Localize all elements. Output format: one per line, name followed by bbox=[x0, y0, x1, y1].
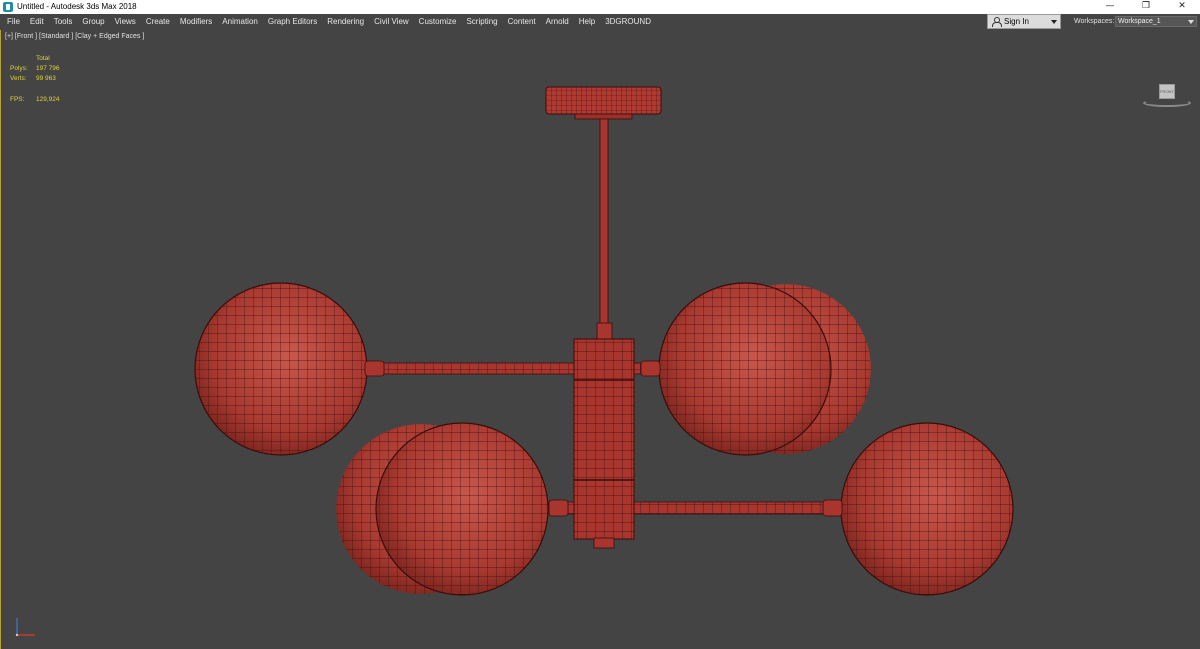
stats-total-label: Total bbox=[36, 55, 50, 62]
menu-item-edit[interactable]: Edit bbox=[25, 14, 49, 30]
verts-label: Verts: bbox=[10, 75, 27, 82]
menu-item-arnold[interactable]: Arnold bbox=[541, 14, 574, 30]
polys-label: Polys: bbox=[10, 65, 28, 72]
menu-item-rendering[interactable]: Rendering bbox=[322, 14, 369, 30]
menu-item-civil-view[interactable]: Civil View bbox=[369, 14, 414, 30]
model-render bbox=[194, 86, 1014, 596]
glass-shade bbox=[841, 423, 1013, 595]
minimize-button[interactable]: — bbox=[1092, 0, 1128, 14]
viewport-statistics: Total Polys: 197 796 Verts: 99 963 FPS: … bbox=[10, 54, 60, 105]
app-icon bbox=[3, 2, 13, 12]
sign-in-label: Sign In bbox=[1004, 17, 1029, 26]
menu-item-help[interactable]: Help bbox=[574, 14, 600, 30]
close-button[interactable]: ✕ bbox=[1164, 0, 1200, 14]
workspaces-label: Workspaces: bbox=[1074, 18, 1115, 25]
window-controls: — ❐ ✕ bbox=[1092, 0, 1200, 14]
polys-value: 197 796 bbox=[36, 65, 60, 72]
menu-item-tools[interactable]: Tools bbox=[49, 14, 78, 30]
title-bar: Untitled - Autodesk 3ds Max 2018 — ❐ ✕ bbox=[0, 0, 1200, 14]
menu-item-content[interactable]: Content bbox=[503, 14, 541, 30]
menu-item-create[interactable]: Create bbox=[141, 14, 175, 30]
viewcube-ring[interactable] bbox=[1143, 99, 1191, 107]
glass-shade bbox=[195, 283, 367, 455]
menu-item-animation[interactable]: Animation bbox=[217, 14, 263, 30]
app-window: Untitled - Autodesk 3ds Max 2018 — ❐ ✕ F… bbox=[0, 0, 1200, 649]
workspace-select[interactable]: Workspace_1 bbox=[1115, 16, 1197, 27]
front-viewport[interactable]: [+] [Front ] [Standard ] [Clay + Edged F… bbox=[0, 30, 1200, 649]
menu-item-graph-editors[interactable]: Graph Editors bbox=[263, 14, 322, 30]
viewport-label-menu[interactable]: [+] [Front ] [Standard ] [Clay + Edged F… bbox=[5, 33, 144, 40]
menu-item-modifiers[interactable]: Modifiers bbox=[175, 14, 217, 30]
menu-item-3dground[interactable]: 3DGROUND bbox=[600, 14, 656, 30]
viewcube-icon[interactable]: FRONT bbox=[1143, 84, 1191, 108]
hanging-rod bbox=[599, 118, 609, 326]
axis-tripod-icon bbox=[15, 618, 35, 637]
viewcube-face[interactable]: FRONT bbox=[1159, 84, 1175, 99]
menu-item-file[interactable]: File bbox=[0, 14, 25, 30]
chevron-down-icon bbox=[1051, 20, 1057, 24]
glass-shade bbox=[376, 423, 548, 595]
restore-button[interactable]: ❐ bbox=[1128, 0, 1164, 14]
menu-item-customize[interactable]: Customize bbox=[414, 14, 462, 30]
glass-shade bbox=[659, 283, 831, 455]
center-body bbox=[573, 338, 635, 549]
workspace-value: Workspace_1 bbox=[1118, 18, 1161, 25]
menu-item-group[interactable]: Group bbox=[77, 14, 109, 30]
sign-in-dropdown[interactable]: Sign In bbox=[987, 14, 1061, 29]
fps-value: 129,924 bbox=[36, 96, 60, 103]
window-title: Untitled - Autodesk 3ds Max 2018 bbox=[17, 2, 137, 11]
verts-value: 99 963 bbox=[36, 75, 56, 82]
fps-label: FPS: bbox=[10, 96, 25, 103]
ceiling-canopy bbox=[545, 86, 662, 120]
menu-item-scripting[interactable]: Scripting bbox=[461, 14, 502, 30]
user-icon bbox=[992, 17, 1002, 27]
chevron-down-icon bbox=[1188, 20, 1194, 24]
menu-item-views[interactable]: Views bbox=[110, 14, 141, 30]
